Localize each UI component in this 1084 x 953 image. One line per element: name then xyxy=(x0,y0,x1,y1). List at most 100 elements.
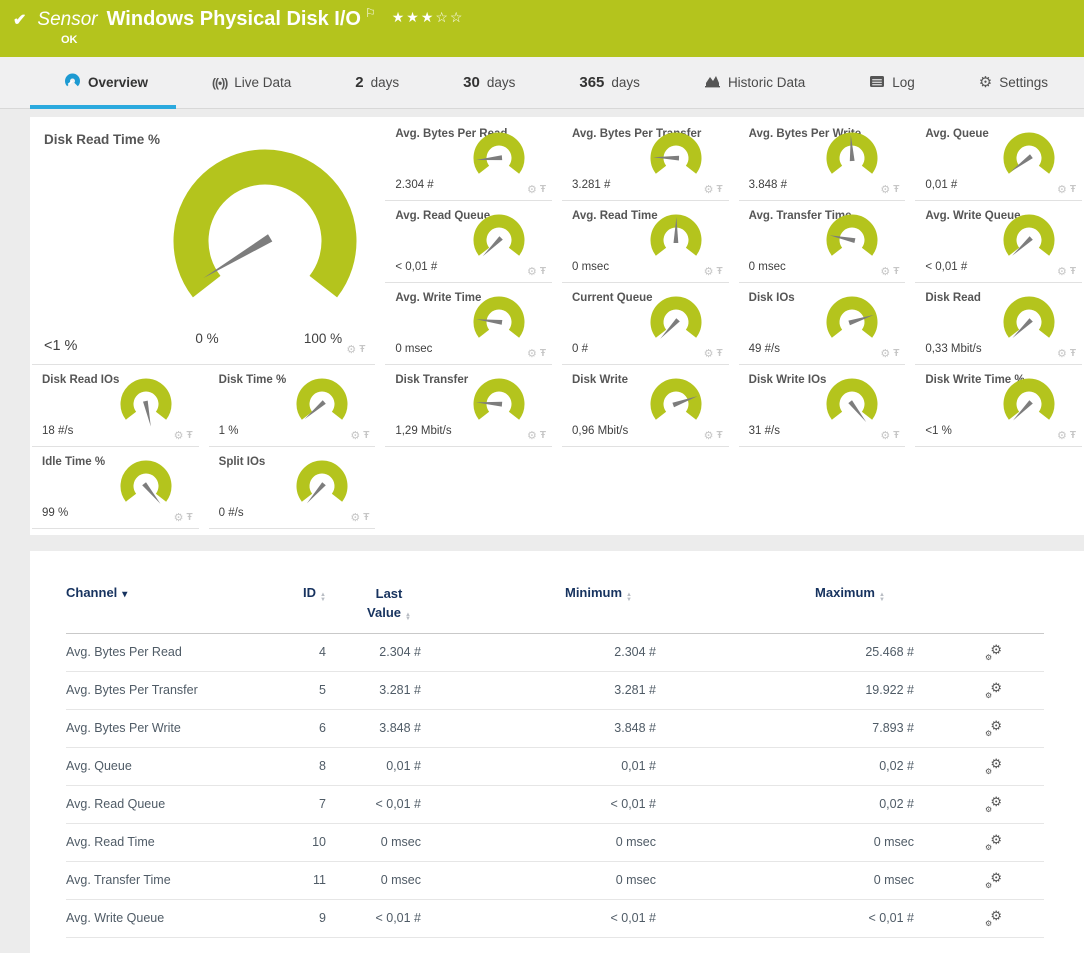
gauge-pin-icon[interactable]: Ŧ xyxy=(1070,348,1076,359)
column-header-minimum[interactable]: Minimum▲▼ xyxy=(421,585,656,602)
sort-icon: ▲▼ xyxy=(879,593,885,602)
gauge-pin-icon[interactable]: Ŧ xyxy=(363,512,369,523)
column-header-channel[interactable]: Channel▾ xyxy=(66,585,276,600)
gauge-settings-icon[interactable]: ⚙ xyxy=(174,511,184,524)
gauge-pin-icon[interactable]: Ŧ xyxy=(187,512,193,523)
channel-settings-gears-icon[interactable]: ⚙⚙ xyxy=(986,683,1002,698)
channel-settings-gears-icon[interactable]: ⚙⚙ xyxy=(986,797,1002,812)
tab-30-days[interactable]: 30days xyxy=(463,74,515,91)
gauge-settings-icon[interactable]: ⚙ xyxy=(1057,183,1067,196)
gear-icon: ⚙ xyxy=(985,882,992,890)
priority-star-rating[interactable]: ★★★☆☆ xyxy=(392,9,465,26)
column-header-last-value[interactable]: Last Value▲▼ xyxy=(326,585,421,623)
gauge-settings-icon[interactable]: ⚙ xyxy=(1057,429,1067,442)
tab-2-days[interactable]: 2days xyxy=(355,74,399,91)
channel-settings-gears-icon[interactable]: ⚙⚙ xyxy=(986,759,1002,774)
gauge-settings-icon[interactable]: ⚙ xyxy=(1057,265,1067,278)
gauge-pin-icon[interactable]: Ŧ xyxy=(1070,184,1076,195)
tab-365-days[interactable]: 365days xyxy=(579,74,640,91)
channel-settings-gears-icon[interactable]: ⚙⚙ xyxy=(986,721,1002,736)
gauge-pin-icon[interactable]: Ŧ xyxy=(893,430,899,441)
flag-icon[interactable]: ⚐ xyxy=(365,6,376,20)
gauge-settings-icon[interactable]: ⚙ xyxy=(350,511,360,524)
gauge-pin-icon[interactable]: Ŧ xyxy=(893,348,899,359)
channel-settings-gears-icon[interactable]: ⚙⚙ xyxy=(986,645,1002,660)
gauge-settings-icon[interactable]: ⚙ xyxy=(880,183,890,196)
gauge-value: 0 #/s xyxy=(219,507,244,519)
gauge-title: Avg. Queue xyxy=(925,128,988,140)
tab-live-data[interactable]: ((•))Live Data xyxy=(212,75,291,90)
gauge-pin-icon[interactable]: Ŧ xyxy=(717,266,723,277)
channel-name[interactable]: Avg. Write Queue xyxy=(66,911,276,925)
gauge-pin-icon[interactable]: Ŧ xyxy=(717,430,723,441)
tab-settings[interactable]: ⚙Settings xyxy=(979,75,1048,90)
gauge-pin-icon[interactable]: Ŧ xyxy=(540,430,546,441)
channel-name[interactable]: Avg. Transfer Time xyxy=(66,873,276,887)
gauge-title: Avg. Read Time xyxy=(572,210,658,222)
tab-overview[interactable]: Overview xyxy=(64,73,148,92)
gauge-card-actions: ⚙Ŧ xyxy=(704,347,723,360)
gauge-value: 3.281 # xyxy=(572,179,610,191)
gauge-pin-icon[interactable]: Ŧ xyxy=(359,344,365,355)
gauge-settings-icon[interactable]: ⚙ xyxy=(1057,347,1067,360)
gauges-panel: Disk Read Time % 0 % 100 % <1 % ⚙ Ŧ Avg.… xyxy=(30,117,1084,535)
channels-table-panel: Channel▾ ID▲▼ Last Value▲▼ Minimum▲▼ Max… xyxy=(30,551,1084,953)
gauge-settings-icon[interactable]: ⚙ xyxy=(704,183,714,196)
gauge-pin-icon[interactable]: Ŧ xyxy=(540,348,546,359)
channel-name[interactable]: Avg. Queue xyxy=(66,759,276,773)
tab-label: Log xyxy=(892,75,915,90)
gauge-pin-icon[interactable]: Ŧ xyxy=(717,348,723,359)
column-header-id[interactable]: ID▲▼ xyxy=(276,585,326,602)
gauge-settings-icon[interactable]: ⚙ xyxy=(880,347,890,360)
gauge-pin-icon[interactable]: Ŧ xyxy=(717,184,723,195)
channel-actions: ⚙⚙ xyxy=(914,759,1044,774)
gauge-card: Avg. Transfer Time0 msec⚙Ŧ xyxy=(739,201,906,283)
gauge-title: Current Queue xyxy=(572,292,653,304)
gauge-settings-icon[interactable]: ⚙ xyxy=(704,429,714,442)
channel-name[interactable]: Avg. Bytes Per Transfer xyxy=(66,683,276,697)
channel-name[interactable]: Avg. Read Time xyxy=(66,835,276,849)
gauge-card: Avg. Bytes Per Write3.848 #⚙Ŧ xyxy=(739,119,906,201)
gauge-pin-icon[interactable]: Ŧ xyxy=(1070,266,1076,277)
gauge-settings-icon[interactable]: ⚙ xyxy=(350,429,360,442)
tab-log[interactable]: Log xyxy=(869,75,915,91)
gauge-pin-icon[interactable]: Ŧ xyxy=(893,266,899,277)
channel-settings-gears-icon[interactable]: ⚙⚙ xyxy=(986,873,1002,888)
gauge-value: 0,33 Mbit/s xyxy=(925,343,981,355)
gauge-settings-icon[interactable]: ⚙ xyxy=(880,429,890,442)
gauge-dial xyxy=(1000,377,1058,436)
table-row: Avg. Write Queue9< 0,01 #< 0,01 #< 0,01 … xyxy=(66,900,1044,938)
gauge-title: Disk Read IOs xyxy=(42,374,119,386)
gauge-card-actions: ⚙Ŧ xyxy=(880,347,899,360)
channel-name[interactable]: Avg. Bytes Per Write xyxy=(66,721,276,735)
gauge-settings-icon[interactable]: ⚙ xyxy=(880,265,890,278)
gauge-pin-icon[interactable]: Ŧ xyxy=(363,430,369,441)
gauge-pin-icon[interactable]: Ŧ xyxy=(540,184,546,195)
gauge-title: Disk Transfer xyxy=(395,374,468,386)
gauge-pin-icon[interactable]: Ŧ xyxy=(893,184,899,195)
channel-name[interactable]: Avg. Bytes Per Read xyxy=(66,645,276,659)
gauge-pin-icon[interactable]: Ŧ xyxy=(540,266,546,277)
gauge-settings-icon[interactable]: ⚙ xyxy=(527,265,537,278)
channel-minimum: < 0,01 # xyxy=(421,911,656,925)
status-badge: OK xyxy=(61,34,78,46)
gauge-pin-icon[interactable]: Ŧ xyxy=(187,430,193,441)
channel-minimum: 2.304 # xyxy=(421,645,656,659)
gauge-card: Disk Write IOs31 #/s⚙Ŧ xyxy=(739,365,906,447)
column-header-maximum[interactable]: Maximum▲▼ xyxy=(656,585,914,602)
channel-settings-gears-icon[interactable]: ⚙⚙ xyxy=(986,911,1002,926)
channel-maximum: 0,02 # xyxy=(656,797,914,811)
gauge-settings-icon[interactable]: ⚙ xyxy=(704,347,714,360)
gauge-settings-icon[interactable]: ⚙ xyxy=(527,347,537,360)
channel-name[interactable]: Avg. Read Queue xyxy=(66,797,276,811)
gauge-pin-icon[interactable]: Ŧ xyxy=(1070,430,1076,441)
gauge-settings-icon[interactable]: ⚙ xyxy=(527,183,537,196)
channel-settings-gears-icon[interactable]: ⚙⚙ xyxy=(986,835,1002,850)
gauge-settings-icon[interactable]: ⚙ xyxy=(704,265,714,278)
gauge-settings-icon[interactable]: ⚙ xyxy=(527,429,537,442)
gauge-settings-icon[interactable]: ⚙ xyxy=(346,343,356,356)
gauge-settings-icon[interactable]: ⚙ xyxy=(174,429,184,442)
tab-historic-data[interactable]: Historic Data xyxy=(704,74,805,91)
gauge-value: <1 % xyxy=(925,425,952,437)
gauge-card-actions: ⚙Ŧ xyxy=(704,265,723,278)
